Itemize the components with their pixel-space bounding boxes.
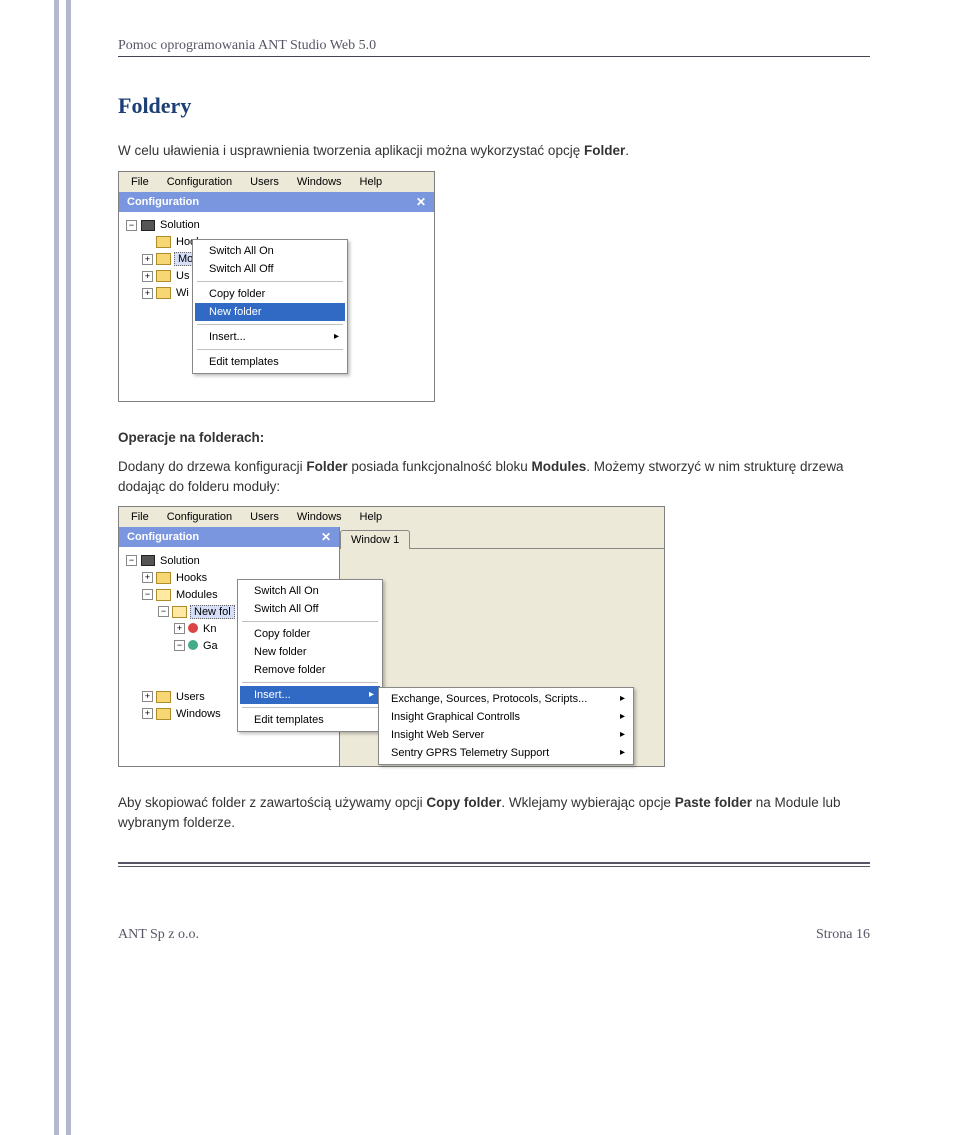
tree-node[interactable]: Hooks — [174, 572, 209, 584]
folder-open-icon — [172, 605, 187, 618]
separator — [242, 621, 378, 622]
tree-node[interactable]: Wi — [174, 287, 191, 299]
folder-open-icon — [156, 588, 171, 601]
ctx-switch-all-off[interactable]: Switch All Off — [195, 260, 345, 278]
tree-node[interactable]: Users — [174, 691, 207, 703]
page-footer: ANT Sp z o.o. Strona 16 — [118, 927, 870, 943]
tree-toggle[interactable]: − — [158, 606, 169, 617]
ctx-copy-folder[interactable]: Copy folder — [195, 285, 345, 303]
tree-toggle[interactable]: + — [142, 254, 153, 265]
tree-node[interactable]: Windows — [174, 708, 223, 720]
tree-toggle[interactable]: − — [174, 640, 185, 651]
menu-users[interactable]: Users — [242, 509, 287, 525]
tree-node[interactable]: Us — [174, 270, 191, 282]
ctx-new-folder[interactable]: New folder — [195, 303, 345, 321]
tree-node-solution[interactable]: Solution — [158, 555, 202, 567]
folder-icon — [156, 571, 171, 584]
tree-node-selected[interactable]: New fol — [190, 605, 235, 619]
tree-toggle[interactable]: + — [142, 271, 153, 282]
intro-paragraph: W celu uławienia i usprawnienia tworzeni… — [118, 141, 870, 161]
tree-toggle[interactable]: − — [142, 589, 153, 600]
panel-title-text: Configuration — [127, 196, 199, 208]
menu-windows[interactable]: Windows — [289, 509, 350, 525]
tree-view: − Solution Hooks + Mo + Us — [119, 212, 434, 401]
footer-right: Strona 16 — [816, 927, 870, 943]
menu-windows[interactable]: Windows — [289, 174, 350, 190]
close-icon[interactable]: ✕ — [321, 530, 331, 544]
ctx-remove-folder[interactable]: Remove folder — [240, 661, 380, 679]
insert-submenu: Exchange, Sources, Protocols, Scripts...… — [378, 687, 634, 765]
tree-toggle[interactable]: + — [142, 288, 153, 299]
menu-file[interactable]: File — [123, 174, 157, 190]
page-left-decor — [54, 0, 72, 1135]
section-title: Foldery — [118, 93, 870, 119]
tree-toggle[interactable]: + — [142, 691, 153, 702]
copy-paragraph: Aby skopiować folder z zawartością używa… — [118, 793, 870, 832]
tree-toggle[interactable]: + — [142, 708, 153, 719]
separator — [242, 682, 378, 683]
footer-rule-thick — [118, 860, 870, 864]
separator — [197, 281, 343, 282]
folder-icon — [156, 287, 171, 300]
tree-node[interactable]: Kn — [201, 623, 218, 635]
tab-window-1[interactable]: Window 1 — [340, 530, 410, 549]
folder-icon — [156, 236, 171, 249]
folder-icon — [156, 690, 171, 703]
ctx-new-folder[interactable]: New folder — [240, 643, 380, 661]
ctx-switch-all-on[interactable]: Switch All On — [240, 582, 380, 600]
tree-toggle[interactable]: + — [142, 572, 153, 583]
solution-icon — [140, 554, 155, 567]
tree-node[interactable]: Modules — [174, 589, 220, 601]
menubar: File Configuration Users Windows Help — [119, 507, 664, 527]
menubar: File Configuration Users Windows Help — [119, 172, 434, 192]
sub-insight-web[interactable]: Insight Web Server — [381, 726, 631, 744]
screenshot-2: File Configuration Users Windows Help Co… — [118, 506, 665, 767]
folder-icon — [156, 270, 171, 283]
ops-heading: Operacje na folderach: — [118, 428, 870, 448]
ctx-copy-folder[interactable]: Copy folder — [240, 625, 380, 643]
menu-help[interactable]: Help — [352, 174, 391, 190]
ctx-insert[interactable]: Insert... — [195, 328, 345, 346]
page-header: Pomoc oprogramowania ANT Studio Web 5.0 — [118, 38, 870, 57]
context-menu: Switch All On Switch All Off Copy folder… — [237, 579, 383, 732]
menu-configuration[interactable]: Configuration — [159, 174, 240, 190]
ctx-switch-all-on[interactable]: Switch All On — [195, 242, 345, 260]
folder-icon — [156, 707, 171, 720]
ctx-insert[interactable]: Insert... — [240, 686, 380, 704]
sub-insight-graphical[interactable]: Insight Graphical Controlls — [381, 708, 631, 726]
ctx-edit-templates[interactable]: Edit templates — [195, 353, 345, 371]
menu-configuration[interactable]: Configuration — [159, 509, 240, 525]
tree-toggle[interactable]: − — [126, 220, 137, 231]
tree-node[interactable]: Ga — [201, 640, 220, 652]
close-icon[interactable]: ✕ — [416, 195, 426, 209]
ops-paragraph: Dodany do drzewa konfiguracji Folder pos… — [118, 457, 870, 496]
separator — [242, 707, 378, 708]
sub-sentry-gprs[interactable]: Sentry GPRS Telemetry Support — [381, 744, 631, 762]
tab-strip: Window 1 — [340, 527, 664, 548]
screenshot-1: File Configuration Users Windows Help Co… — [118, 171, 435, 402]
tree-node-solution[interactable]: Solution — [158, 219, 202, 231]
ctx-edit-templates[interactable]: Edit templates — [240, 711, 380, 729]
header-text: Pomoc oprogramowania ANT Studio Web 5.0 — [118, 38, 376, 54]
solution-icon — [140, 219, 155, 232]
context-menu: Switch All On Switch All Off Copy folder… — [192, 239, 348, 374]
menu-help[interactable]: Help — [352, 509, 391, 525]
footer-rule-thin — [118, 865, 870, 867]
sub-exchange[interactable]: Exchange, Sources, Protocols, Scripts... — [381, 690, 631, 708]
panel-title-bar: Configuration ✕ — [119, 527, 339, 547]
folder-icon — [156, 253, 171, 266]
tree-toggle[interactable]: + — [174, 623, 185, 634]
module-icon — [188, 640, 198, 650]
separator — [197, 349, 343, 350]
menu-file[interactable]: File — [123, 509, 157, 525]
panel-title-text: Configuration — [127, 531, 199, 543]
footer-left: ANT Sp z o.o. — [118, 927, 199, 943]
tree-toggle[interactable]: − — [126, 555, 137, 566]
ctx-switch-all-off[interactable]: Switch All Off — [240, 600, 380, 618]
panel-title-bar: Configuration ✕ — [119, 192, 434, 212]
menu-users[interactable]: Users — [242, 174, 287, 190]
module-icon — [188, 623, 198, 633]
separator — [197, 324, 343, 325]
